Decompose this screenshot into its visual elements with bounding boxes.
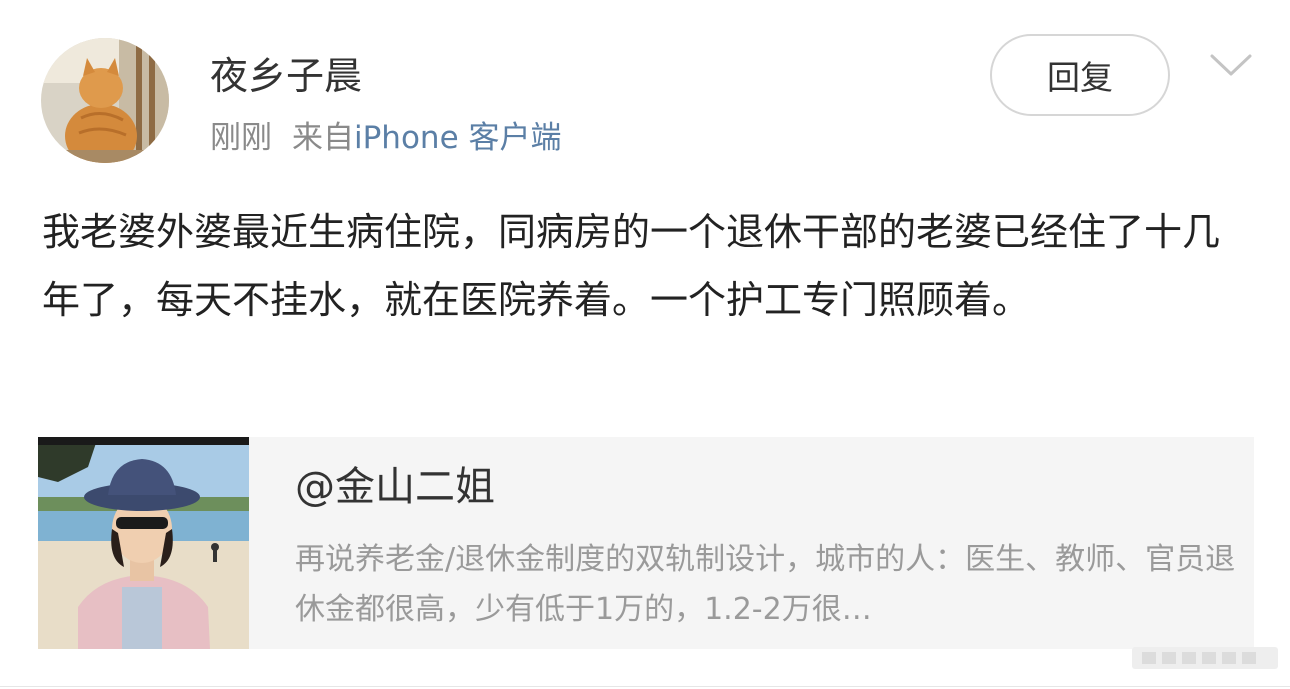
watermark-logo bbox=[1132, 647, 1278, 669]
divider bbox=[0, 686, 1290, 687]
quoted-card[interactable]: @金山二姐 再说养老金/退休金制度的双轨制设计，城市的人：医生、教师、官员退休金… bbox=[38, 437, 1254, 649]
author-name[interactable]: 夜乡子晨 bbox=[210, 52, 362, 100]
card-title[interactable]: @金山二姐 bbox=[295, 459, 1249, 515]
post-body: 我老婆外婆最近生病住院，同病房的一个退休干部的老婆已经住了十几年了，每天不挂水，… bbox=[42, 210, 1221, 322]
post-meta: 刚刚 来自iPhone 客户端 bbox=[210, 117, 562, 159]
author-avatar[interactable] bbox=[41, 38, 169, 163]
chevron-down-icon[interactable] bbox=[1208, 48, 1254, 82]
reply-button[interactable]: 回复 bbox=[990, 34, 1170, 116]
woman-beach-photo bbox=[38, 437, 249, 649]
card-text: @金山二姐 再说养老金/退休金制度的双轨制设计，城市的人：医生、教师、官员退休金… bbox=[249, 437, 1249, 649]
source-prefix: 来自 bbox=[292, 120, 354, 156]
card-description: 再说养老金/退休金制度的双轨制设计，城市的人：医生、教师、官员退休金都很高，少有… bbox=[295, 542, 1236, 627]
post-time: 刚刚 bbox=[210, 120, 272, 156]
cat-photo-avatar bbox=[41, 38, 169, 163]
card-thumbnail bbox=[38, 437, 249, 649]
post-source[interactable]: iPhone 客户端 bbox=[354, 120, 562, 156]
